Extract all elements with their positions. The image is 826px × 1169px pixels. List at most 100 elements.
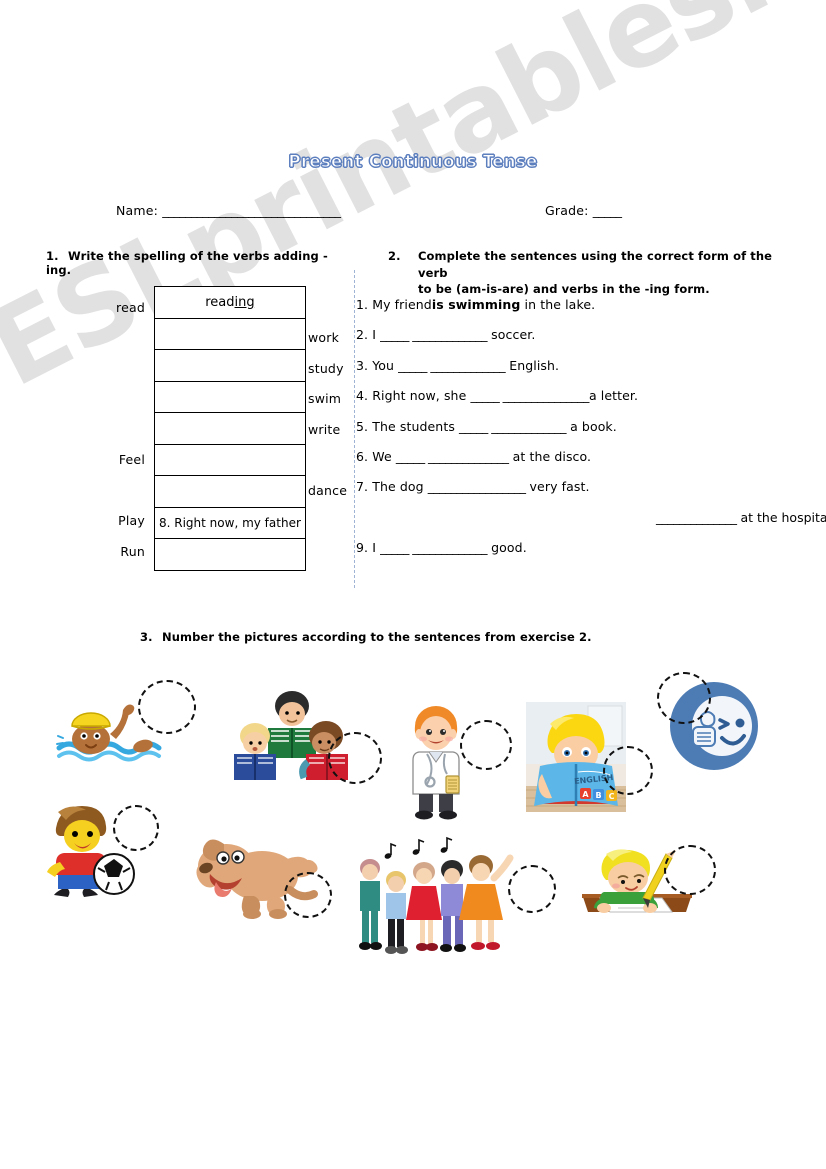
- sentence-tail: a book.: [566, 418, 617, 434]
- sentence-6[interactable]: 6. We _____ ______________ at the disco.: [356, 449, 786, 479]
- exercise-3-instruction: Number the pictures according to the sen…: [162, 630, 592, 644]
- exercise-1-instruction: Write the spelling of the verbs adding -…: [46, 249, 328, 277]
- answer-circle-7[interactable]: [284, 872, 332, 918]
- sentence-7[interactable]: 7. The dog _________________ very fast.: [356, 479, 786, 509]
- sentence-blank[interactable]: _____ _____________: [398, 358, 505, 373]
- example-answer: reading: [205, 294, 255, 310]
- verb-label-feel: Feel: [118, 452, 145, 467]
- answer-circle-3[interactable]: [460, 720, 512, 770]
- answer-circle-6[interactable]: [113, 805, 159, 851]
- verb-label-write: write: [308, 422, 341, 437]
- sentence-9[interactable]: 9. I _____ _____________ good.: [356, 540, 786, 570]
- answer-circle-2[interactable]: [328, 732, 382, 784]
- answer-cell-1[interactable]: reading: [154, 286, 306, 319]
- exercise-2-heading: 2. Complete the sentences using the corr…: [388, 248, 780, 298]
- doctor-illustration: [405, 702, 467, 820]
- column-divider: [354, 270, 355, 588]
- table-row[interactable]: [154, 412, 306, 445]
- sentence-tail: a letter.: [588, 388, 639, 404]
- sentence-number: 6.: [356, 448, 369, 464]
- table-row[interactable]: [154, 475, 306, 508]
- sentence-number: 9.: [356, 540, 369, 556]
- sentence-blank[interactable]: _____ ______________: [396, 449, 509, 464]
- verb-label-swim: swim: [308, 391, 342, 406]
- sentence-number: 7.: [356, 479, 369, 495]
- exercise-3-heading: 3. Number the pictures according to the s…: [140, 630, 700, 644]
- answer-circle-8[interactable]: [508, 865, 556, 913]
- sentence-text: My friend: [368, 297, 432, 312]
- sentence-2[interactable]: 2. I _____ _____________ soccer.: [356, 327, 786, 357]
- svg-text:A: A: [582, 790, 589, 799]
- people-dancing-illustration: [348, 836, 518, 960]
- sentence-blank[interactable]: ______________: [656, 510, 737, 525]
- sentence-3[interactable]: 3. You _____ _____________ English.: [356, 358, 786, 388]
- sentence-answer: is swimming: [431, 297, 521, 312]
- answer-cell-5[interactable]: [154, 412, 306, 445]
- exercise-3-number: 3.: [140, 630, 153, 644]
- verb-label-read: read: [116, 300, 145, 315]
- name-field-row: Name: _______________________________: [116, 203, 341, 218]
- exercise-2-number: 2.: [388, 249, 401, 263]
- answer-cell-4[interactable]: [154, 380, 306, 413]
- answer-circle-1[interactable]: [138, 680, 196, 734]
- sentence-blank[interactable]: _________________: [428, 479, 526, 494]
- grade-label: Grade:: [545, 203, 589, 218]
- answer-cell-3[interactable]: [154, 349, 306, 382]
- sentence-text: We: [368, 448, 396, 464]
- sentence-tail: English.: [505, 357, 560, 373]
- sentence-blank[interactable]: _____ _____________: [459, 419, 566, 434]
- svg-text:B: B: [595, 791, 601, 800]
- exercise-2-instruction-line1: Complete the sentences using the correct…: [418, 249, 773, 280]
- verb-spelling-table: reading 8. Right now, my father: [154, 286, 306, 571]
- table-row[interactable]: [154, 443, 306, 476]
- answer-cell-2[interactable]: [154, 317, 306, 350]
- verb-label-study: study: [308, 361, 344, 376]
- sentence-tail: good.: [487, 540, 527, 556]
- page-title: Present Continuous Tense: [288, 152, 538, 172]
- verb-label-run: Run: [120, 544, 145, 559]
- grade-input-blank[interactable]: _____: [593, 203, 622, 218]
- table-row[interactable]: reading: [154, 286, 306, 319]
- table-row[interactable]: 8. Right now, my father: [154, 506, 306, 539]
- sentence-tail: at the hospital.: [736, 510, 826, 525]
- exercise-2-sentence-list: 1. My friendis swimming in the lake. 2. …: [356, 297, 826, 571]
- answer-cell-6[interactable]: [154, 443, 306, 476]
- sentence-4[interactable]: 4. Right now, she _____ _______________a…: [356, 388, 786, 418]
- sentence-tail: very fast.: [525, 479, 590, 495]
- sentence-number: 4.: [356, 388, 369, 404]
- sentence-number: 1.: [356, 297, 369, 312]
- name-label: Name:: [116, 203, 159, 218]
- answer-cell-7[interactable]: [154, 475, 306, 508]
- name-input-blank[interactable]: _______________________________: [162, 203, 341, 218]
- sentence-number: 3.: [356, 357, 369, 373]
- sentence-tail: at the disco.: [508, 448, 592, 464]
- sentence-number: 5.: [356, 418, 369, 434]
- verb-label-work: work: [308, 330, 340, 345]
- sentence-blank[interactable]: _____ _______________: [470, 388, 589, 403]
- exercise-2-instruction-line2: to be (am-is-are) and verbs in the -ing …: [418, 282, 710, 297]
- sentence-text: I: [368, 327, 381, 343]
- table-row[interactable]: [154, 349, 306, 382]
- answer-cell-8[interactable]: 8. Right now, my father: [154, 506, 306, 539]
- table-row[interactable]: [154, 380, 306, 413]
- verb-label-dance: dance: [308, 483, 348, 498]
- exercise-1-number: 1.: [46, 249, 59, 263]
- answer-circle-4[interactable]: [603, 746, 653, 795]
- grade-field-row: Grade: _____: [545, 203, 622, 218]
- sentence-blank[interactable]: _____ _____________: [380, 327, 487, 342]
- answer-circle-9[interactable]: [664, 845, 716, 895]
- sentence-text: I: [368, 540, 381, 556]
- sentence-5[interactable]: 5. The students _____ _____________ a bo…: [356, 419, 786, 449]
- sentence-8-continuation[interactable]: ______________ at the hospital.: [656, 510, 826, 525]
- answer-cell-9[interactable]: [154, 538, 306, 571]
- table-row[interactable]: [154, 538, 306, 571]
- sentence-text: Right now, she: [368, 388, 471, 404]
- svg-text:C: C: [609, 792, 615, 801]
- sentence-tail: soccer.: [487, 327, 536, 343]
- picture-grid: ENGLISH A B C: [0, 660, 826, 990]
- sentence-1[interactable]: 1. My friendis swimming in the lake.: [356, 297, 786, 327]
- sentence-blank[interactable]: _____ _____________: [380, 540, 487, 555]
- answer-circle-5[interactable]: [657, 672, 711, 724]
- table-row[interactable]: [154, 317, 306, 350]
- sentence-text: The dog: [368, 479, 428, 495]
